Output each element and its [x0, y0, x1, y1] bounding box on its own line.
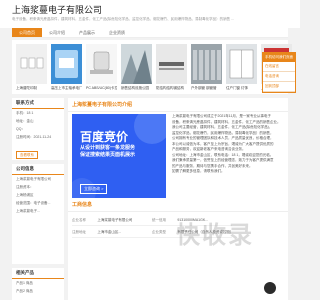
intro-line: 公司拥有专业的管理团队和技术人员，产品质量优良，价格合理， [172, 136, 274, 140]
nav-item-home[interactable]: 公司首页 [12, 28, 42, 37]
site-header: 上海浆蔓电子有限公司 电子设备，积条清光蔗晶扣件，建筑材料，五金件，化工产品(除… [0, 0, 300, 28]
business-info-heading: 工商信息 [68, 198, 288, 212]
gallery-item-1[interactable]: 上海普陀印制 [16, 44, 47, 90]
business-key: 企业类型 [152, 230, 166, 234]
online-message-button[interactable]: 在线留言 [263, 62, 295, 72]
company-info-panel: 公司信息 上海浆蔓电子有限公司 注册资本： 上海杨浦区 经营范围：电子设备...… [12, 164, 64, 264]
phone-consult-button[interactable]: 电话咨询 [263, 72, 295, 82]
related-products-heading: 相关产品 [12, 268, 64, 279]
gallery-caption-1: 上海普陀印制 [16, 86, 37, 90]
gallery-image-2 [51, 44, 82, 84]
gallery-image-1 [16, 44, 47, 84]
company-tagline: 电子设备，积条清光蔗晶扣件，建筑材料，五金件，化工产品(除危险化学品、监控化学品… [12, 17, 235, 21]
gallery-item-5[interactable]: 防结构结构钢结构 [156, 44, 187, 90]
banner-title: 百度竞价 [80, 130, 129, 144]
nav-item-products[interactable]: 产品展示 [72, 28, 102, 37]
nav-item-about[interactable]: 公司介绍 [42, 28, 72, 37]
gallery-caption-4: 销售结构设施公园 [121, 86, 149, 90]
product-gallery: 上海普陀印制 高压上市主轴承电厂 PC ABS/UC(80)卡拉曲面 销售结构设… [12, 40, 292, 94]
contact-address: 地址：金山 [16, 119, 34, 123]
gallery-item-7[interactable]: 住户门窗 灯饰 [226, 44, 257, 90]
business-key: 企业名称 [72, 218, 86, 222]
company-info-capital: 注册资本： [16, 185, 34, 189]
main-nav: 公司首页 公司介绍 产品展示 企业资质 [12, 28, 288, 38]
contact-registered: 注册时间：2021-11-24 [16, 135, 52, 139]
gallery-image-5 [156, 44, 187, 84]
mobile-visit-label: 手机访问我们页面 [263, 53, 295, 62]
gallery-caption-5: 防结构结构钢结构 [156, 86, 184, 90]
gallery-image-6 [191, 44, 222, 84]
business-key: 统一信用 [152, 218, 166, 222]
related-product-1[interactable]: 产品1 商品 [12, 279, 64, 287]
intro-heading: 上海浆蔓电子有限公司介绍 [68, 98, 288, 112]
gallery-image-3 [86, 44, 117, 84]
contact-phone: 手机：18 1 [16, 111, 34, 115]
intro-line: 我们秉承质量第一，信誉至上的经营理念，致力于为客户提供满意 [172, 158, 274, 162]
company-info-location: 上海杨浦区 [16, 193, 34, 197]
ad-banner[interactable]: 百度竞价 从设计到获客一条龙服务 保证搜索结果页面机展示 立即咨询 > [72, 114, 166, 198]
gallery-item-6[interactable]: 户外钢管 钢管管 [191, 44, 222, 90]
gallery-caption-6: 户外钢管 钢管管 [191, 86, 217, 90]
company-title: 上海浆蔓电子有限公司 [12, 5, 103, 15]
page: 上海浆蔓电子有限公司 电子设备，积条清光蔗晶扣件，建筑材料，五金件，化工产品(除… [0, 0, 300, 300]
gallery-item-2[interactable]: 高压上市主轴承电厂 [51, 44, 82, 90]
company-info-heading: 公司信息 [12, 164, 64, 175]
company-intro: 上海浆蔓电子有限公司成立于2021年11月，是一家专业从事电子 设备，积条清光蔗… [172, 114, 284, 175]
gallery-image-4 [121, 44, 152, 84]
back-to-top-button[interactable]: 回到顶部 [263, 82, 295, 92]
related-product-2[interactable]: 产品2 商品 [12, 287, 64, 295]
contact-qq: QQ： [16, 127, 25, 131]
contact-person-icon [264, 282, 276, 294]
company-info-more: 上海浆蔓电子... [16, 209, 40, 213]
intro-line: 如需了解更多信息，请联系我们。 [172, 169, 225, 173]
intro-line: 我公司主要经营，建筑材料，五金件，化工产品(除危险化学品)， [172, 125, 273, 129]
gallery-item-3[interactable]: PC ABS/UC(80)卡拉曲面 [86, 44, 117, 90]
watermark: 快收录 [176, 222, 254, 249]
banner-consult-button[interactable]: 立即咨询 > [80, 184, 108, 194]
business-key: 注册地址 [72, 230, 86, 234]
business-value: 上海浆蔓电子有限公司 [97, 218, 133, 222]
main-content: 上海浆蔓电子有限公司介绍 百度竞价 从设计到获客一条龙服务 保证搜索结果页面机展… [68, 98, 288, 300]
view-contact-button[interactable]: 查看联系 [16, 151, 38, 159]
gallery-caption-2: 高压上市主轴承电厂 [51, 86, 82, 90]
related-products-panel: 相关产品 产品1 商品 产品2 商品 [12, 268, 64, 300]
floating-contact-panel: 手机访问我们页面 在线留言 电话咨询 回到顶部 [262, 52, 296, 93]
gallery-caption-7: 住户门窗 灯饰 [226, 86, 248, 90]
gallery-item-4[interactable]: 销售结构设施公园 [121, 44, 152, 90]
banner-line-1: 从设计到获客一条龙服务 [80, 145, 136, 151]
banner-line-2: 保证搜索结果页面机展示 [80, 152, 136, 158]
company-info-scope: 经营范围：电子设备... [16, 201, 51, 205]
business-value: 上海市金山区... [97, 230, 122, 234]
gallery-caption-3: PC ABS/UC(80)卡拉曲面 [86, 86, 117, 90]
contact-heading: 联系方式 [12, 98, 64, 109]
nav-item-qualifications[interactable]: 企业资质 [102, 28, 132, 37]
intro-line: 上海浆蔓电子有限公司成立于2021年11月，是一家专业从事电子 [172, 114, 271, 118]
gallery-image-7 [226, 44, 257, 84]
contact-panel: 联系方式 手机：18 1 地址：金山 QQ： 注册时间：2021-11-24 查… [12, 98, 64, 160]
company-info-name: 上海浆蔓电子有限公司 [16, 177, 51, 181]
